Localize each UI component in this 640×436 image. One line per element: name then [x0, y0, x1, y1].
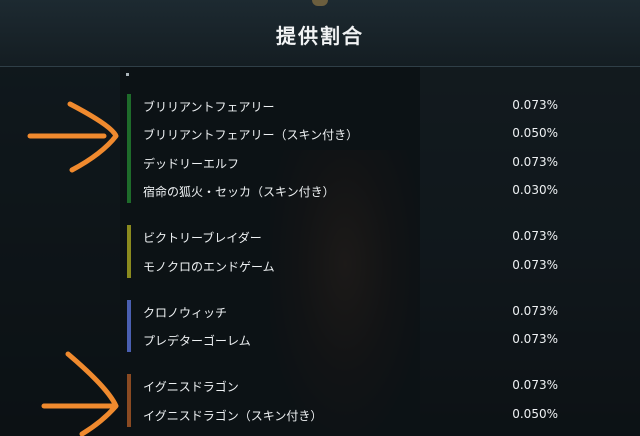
- character-name: ビクトリーブレイダー: [143, 231, 262, 246]
- character-name: 宿命の狐火・セッカ（スキン付き）: [143, 184, 335, 199]
- rate-row: 宿命の狐火・セッカ（スキン付き） 0.030%: [143, 181, 563, 203]
- drop-rate: 0.030%: [512, 182, 558, 197]
- drop-rate: 0.073%: [512, 229, 558, 244]
- rate-row: ビクトリーブレイダー 0.073%: [143, 227, 563, 249]
- character-name: イグニスドラゴン: [143, 380, 239, 395]
- rate-row: イグニスドラゴン（スキン付き） 0.050%: [143, 405, 563, 427]
- character-name: ブリリアントフェアリー（スキン付き）: [143, 128, 359, 143]
- character-name: クロノウィッチ: [143, 305, 228, 320]
- drop-rate: 0.050%: [512, 406, 558, 421]
- rate-row: ブリリアントフェアリー 0.073%: [143, 96, 563, 118]
- annotation-arrow-bottom: [41, 351, 119, 436]
- character-name: デッドリーエルフ: [143, 156, 240, 171]
- drop-rate: 0.073%: [512, 154, 558, 169]
- group-color-bar: [127, 225, 131, 278]
- rate-row: ブリリアントフェアリー（スキン付き） 0.050%: [143, 124, 563, 146]
- rate-row: プレデターゴーレム 0.073%: [143, 330, 563, 352]
- drop-rate: 0.073%: [512, 257, 558, 272]
- group-color-bar: [127, 94, 131, 204]
- character-name: イグニスドラゴン（スキン付き）: [143, 408, 323, 423]
- drop-rate: 0.073%: [512, 378, 558, 393]
- character-name: プレデターゴーレム: [143, 334, 251, 349]
- character-name: ブリリアントフェアリー: [143, 100, 275, 114]
- drop-rate: 0.073%: [512, 332, 558, 347]
- rate-row: イグニスドラゴン 0.073%: [143, 376, 563, 398]
- drop-rate: 0.073%: [512, 303, 558, 318]
- rate-row: クロノウィッチ 0.073%: [143, 302, 563, 324]
- rate-row: デッドリーエルフ 0.073%: [143, 153, 563, 175]
- annotation-arrow-top: [27, 101, 119, 173]
- group-color-bar: [127, 299, 131, 353]
- drop-rate: 0.050%: [512, 126, 558, 141]
- rate-row: モノクロのエンドゲーム 0.073%: [143, 256, 563, 278]
- drop-rate: 0.073%: [512, 98, 558, 112]
- character-name: モノクロのエンドゲーム: [143, 259, 275, 274]
